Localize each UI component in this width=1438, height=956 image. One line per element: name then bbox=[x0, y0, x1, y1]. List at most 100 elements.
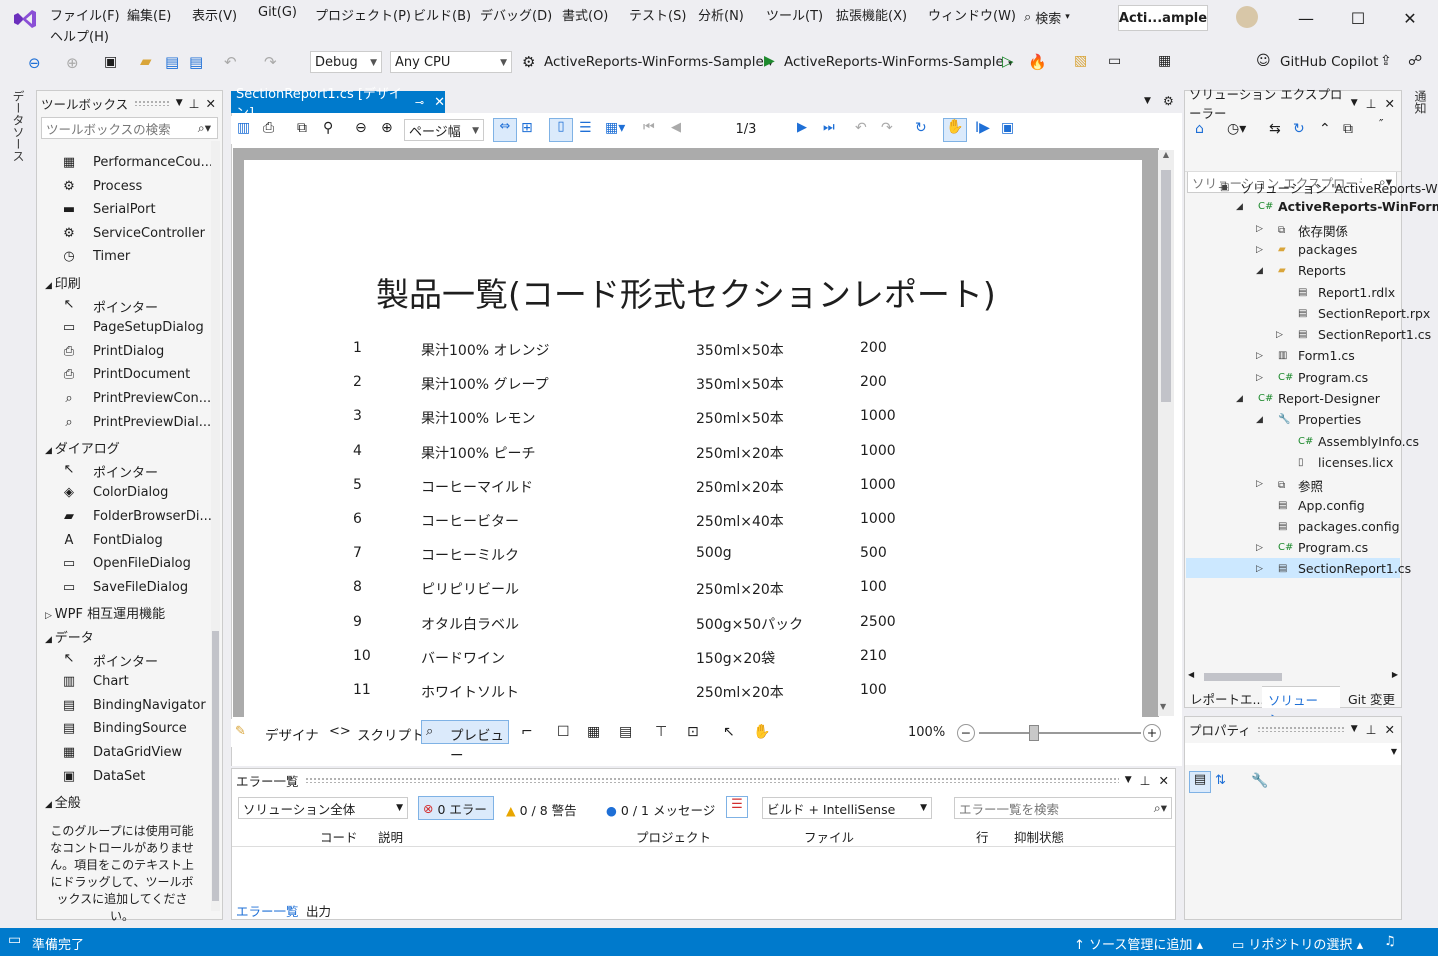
refresh-icon[interactable]: ↻ bbox=[1293, 121, 1305, 137]
print-icon[interactable]: ⎙ bbox=[263, 120, 274, 136]
menu-item[interactable]: デバッグ(D) bbox=[480, 5, 552, 24]
collapsed-arrow-icon[interactable]: ▷ bbox=[1256, 224, 1263, 234]
menu-item[interactable]: 拡張機能(X) bbox=[836, 5, 907, 24]
menu-item[interactable]: プロジェクト(P) bbox=[315, 5, 411, 24]
errors-filter-button[interactable]: ⊗ 0 エラー bbox=[418, 796, 494, 820]
maximize-icon[interactable]: ☐ bbox=[1348, 8, 1368, 28]
toolbox-group[interactable]: ◢ 全般 bbox=[45, 792, 81, 811]
share-icon[interactable]: ⇪ bbox=[1380, 53, 1392, 69]
forward-icon[interactable]: ⊕ bbox=[66, 54, 79, 72]
tab-preview[interactable]: ⌕ プレビュー bbox=[421, 720, 509, 764]
select-text-icon[interactable]: I▶ bbox=[975, 120, 990, 136]
back-icon[interactable]: ⊖ bbox=[28, 54, 41, 72]
hand-icon[interactable]: ✋ bbox=[753, 724, 770, 740]
solution-tree-item[interactable]: ▰ Reports bbox=[1278, 263, 1346, 278]
toolbox-search-input[interactable]: ツールボックスの検索 ⌕▾ bbox=[41, 117, 218, 139]
more-icon[interactable]: ″ bbox=[1379, 117, 1383, 131]
continuous-icon[interactable]: ☰ bbox=[579, 120, 592, 136]
chevron-down-icon[interactable]: ▼ bbox=[1144, 96, 1151, 106]
solution-title-badge[interactable]: Acti...ample bbox=[1118, 5, 1208, 31]
error-column-header[interactable]: コード bbox=[320, 827, 358, 846]
feedback-icon[interactable]: ☍ bbox=[1408, 53, 1422, 69]
grid-icon[interactable]: ▦ bbox=[587, 724, 600, 740]
notification-bell-icon[interactable]: ♫ bbox=[1384, 934, 1396, 949]
pointer-icon[interactable]: ↖ bbox=[723, 724, 735, 740]
run-without-debug-icon[interactable]: ▷ bbox=[1002, 52, 1014, 70]
single-page-icon[interactable]: ▯ bbox=[549, 118, 573, 142]
toolbox-item[interactable]: PrintPreviewDial... bbox=[93, 415, 211, 430]
toolbox-group[interactable]: ◢ 印刷 bbox=[45, 273, 81, 292]
error-scope-select[interactable]: ソリューション全体 ▼ bbox=[238, 797, 408, 819]
toolbox-item[interactable]: ポインター bbox=[93, 651, 158, 670]
tab-sectionreport-design[interactable]: SectionReport1.cs [デザイン] ⊸ ✕ bbox=[231, 87, 445, 121]
collapsed-arrow-icon[interactable]: ▷ bbox=[1256, 245, 1263, 255]
chevron-down-icon[interactable]: ▼ bbox=[1125, 775, 1132, 785]
search-box[interactable]: ⌕ 検索 ▾ bbox=[1024, 4, 1104, 30]
zoom-mode-select[interactable]: ページ幅 ▼ bbox=[404, 119, 484, 141]
toolbox-item[interactable]: BindingSource bbox=[93, 721, 187, 736]
source-control-button[interactable]: ↑ ソース管理に追加 ▴ bbox=[1074, 934, 1203, 953]
comment-icon[interactable]: ▦ bbox=[1158, 53, 1171, 69]
pin-icon[interactable]: ⊥ bbox=[1140, 773, 1151, 788]
multi-page-icon[interactable]: ▦▾ bbox=[605, 120, 625, 136]
toolbox-item[interactable]: ポインター bbox=[93, 462, 158, 481]
menu-item[interactable]: ビルド(B) bbox=[413, 5, 471, 24]
page-indicator-input[interactable]: 1/3 bbox=[701, 119, 791, 141]
fit-page-icon[interactable]: ⊞ bbox=[521, 120, 533, 136]
toolbox-item[interactable]: BindingNavigator bbox=[93, 698, 206, 713]
solution-explorer-icon[interactable]: ▧ bbox=[1074, 53, 1087, 69]
toolbox-item[interactable]: PerformanceCou... bbox=[93, 155, 213, 170]
window-layout-icon[interactable]: ▭ bbox=[1108, 53, 1121, 69]
collapse-all-icon[interactable]: ⌃ bbox=[1319, 121, 1331, 137]
solution-hscrollbar[interactable]: ◀ ▶ bbox=[1186, 670, 1400, 684]
preview-scroll-thumb[interactable] bbox=[1161, 170, 1171, 402]
last-page-icon[interactable]: ⏭ bbox=[823, 120, 835, 135]
back-icon[interactable]: ↶ bbox=[855, 120, 867, 136]
solution-tree-item[interactable]: ▰ packages bbox=[1278, 242, 1357, 257]
next-page-icon[interactable]: ▶ bbox=[797, 120, 807, 135]
minimize-icon[interactable]: — bbox=[1296, 8, 1316, 28]
sync-icon[interactable]: ⇆ bbox=[1269, 121, 1281, 137]
prev-page-icon[interactable]: ◀ bbox=[671, 120, 681, 135]
snapshot-icon[interactable]: ▣ bbox=[1001, 120, 1014, 136]
error-column-header[interactable]: 行 bbox=[976, 827, 989, 846]
scroll-down-icon[interactable]: ▼ bbox=[1160, 702, 1166, 711]
menu-item[interactable]: Git(G) bbox=[258, 5, 297, 20]
expanded-arrow-icon[interactable]: ◢ bbox=[1256, 415, 1263, 425]
toolbox-item[interactable]: Chart bbox=[93, 674, 129, 689]
solution-tree-item[interactable]: C# Report-Designer bbox=[1258, 391, 1380, 406]
solution-tree-item[interactable]: ▤ SectionReport1.cs bbox=[1278, 561, 1411, 576]
copilot-button[interactable]: GitHub Copilot bbox=[1280, 54, 1378, 70]
pin-icon[interactable]: ⊸ bbox=[415, 96, 424, 109]
hot-reload-icon[interactable]: 🔥 bbox=[1028, 53, 1047, 71]
avatar[interactable] bbox=[1236, 6, 1258, 28]
menu-item[interactable]: 編集(E) bbox=[127, 5, 171, 24]
categorized-icon[interactable]: ▤ bbox=[1189, 771, 1211, 793]
solution-tree-item[interactable]: ▤ SectionReport.rpx bbox=[1298, 306, 1430, 321]
menu-item[interactable]: ツール(T) bbox=[766, 5, 823, 24]
tab-output[interactable]: 出力 bbox=[306, 901, 331, 920]
close-icon[interactable]: ✕ bbox=[434, 95, 445, 110]
menu-item[interactable]: テスト(S) bbox=[629, 5, 686, 24]
snap-grid-icon[interactable]: ⊡ bbox=[687, 724, 699, 740]
toolbox-item[interactable]: SerialPort bbox=[93, 202, 156, 217]
run-icon[interactable]: ▶ bbox=[764, 53, 775, 69]
tab-script[interactable]: スクリプト bbox=[357, 724, 425, 744]
datasource-side-tab[interactable]: データソース bbox=[9, 90, 27, 162]
solution-tree-item[interactable]: ⧉ 依存関係 bbox=[1278, 221, 1348, 240]
fit-width-icon[interactable]: ⇔ bbox=[493, 118, 517, 142]
error-column-header[interactable]: 抑制状態 bbox=[1014, 827, 1064, 846]
drag-grip[interactable] bbox=[304, 777, 1119, 783]
zoom-minus-button[interactable]: − bbox=[957, 724, 975, 742]
pin-icon[interactable]: ⊥ bbox=[1366, 96, 1377, 111]
notifications-side-tab[interactable]: 通知 bbox=[1411, 90, 1429, 114]
zoom-slider-thumb[interactable] bbox=[1029, 725, 1039, 741]
solution-tree-item[interactable]: ▯ licenses.licx bbox=[1298, 455, 1393, 470]
solution-hscroll-thumb[interactable] bbox=[1204, 673, 1282, 681]
error-column-header[interactable]: ファイル bbox=[804, 827, 854, 846]
drag-grip[interactable] bbox=[134, 100, 170, 106]
toolbox-item[interactable]: Timer bbox=[93, 249, 130, 264]
solution-tree-item[interactable]: C# AssemblyInfo.cs bbox=[1298, 434, 1419, 449]
gear-icon[interactable]: ⚙ bbox=[1163, 94, 1174, 108]
tab-solution-explorer[interactable]: ソリューシ... bbox=[1262, 686, 1340, 727]
